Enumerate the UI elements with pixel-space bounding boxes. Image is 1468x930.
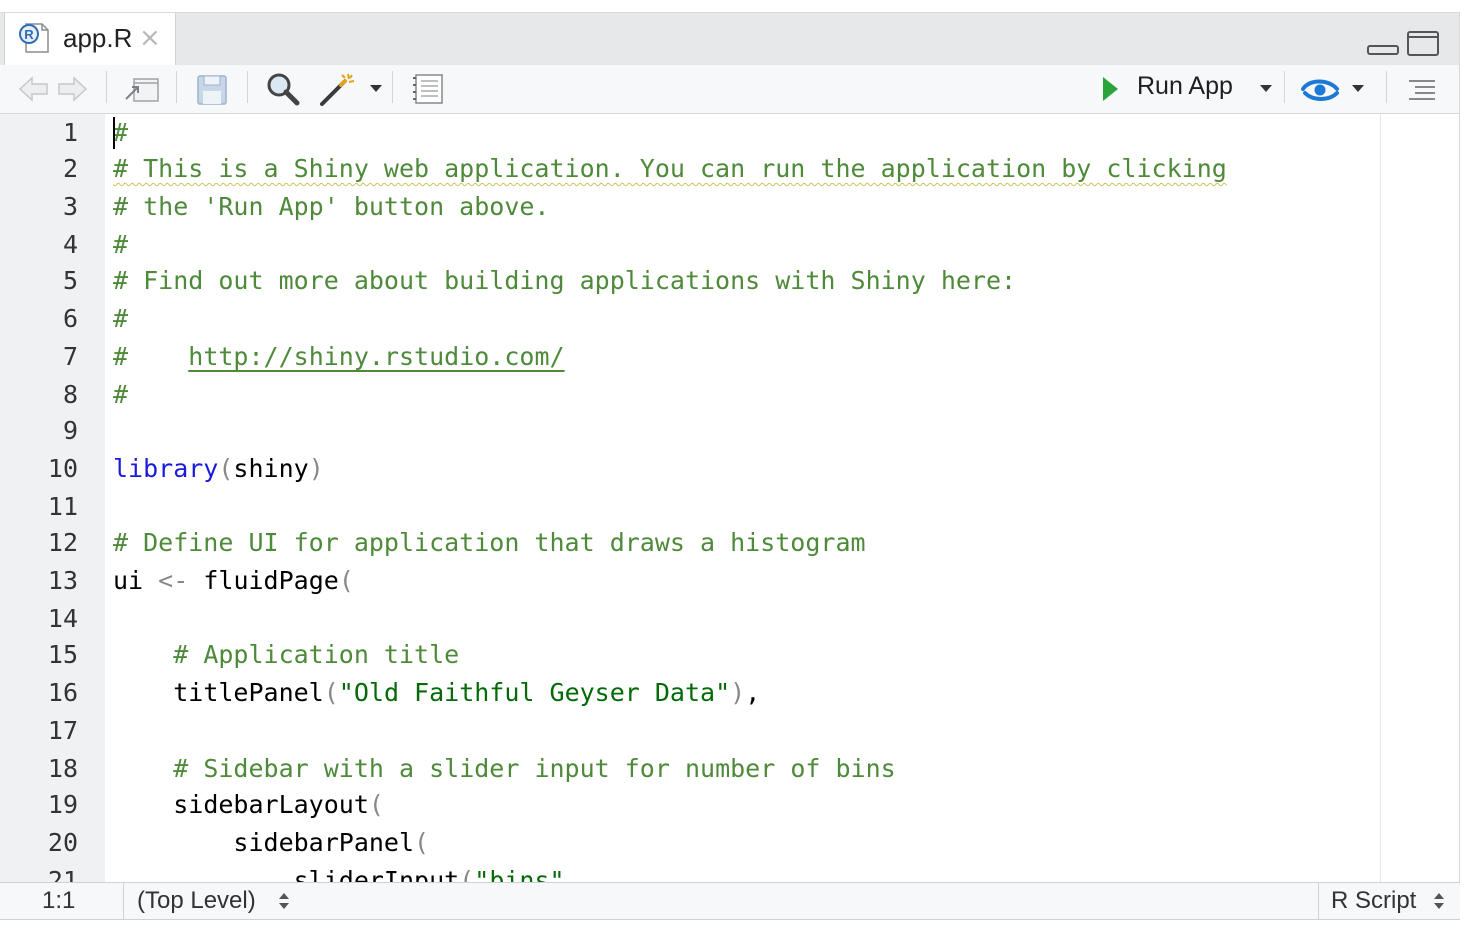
status-bar: 1:1 (Top Level) R Script	[0, 882, 1460, 920]
notebook-icon[interactable]	[410, 71, 446, 107]
code-line: # the 'Run App' button above.	[113, 192, 550, 221]
line-number: 18	[47, 754, 78, 783]
code-line: #	[113, 118, 129, 147]
line-number: 9	[62, 416, 78, 445]
line-number: 15	[47, 640, 78, 669]
chevron-down-icon[interactable]	[1260, 85, 1272, 92]
line-number-gutter: 1 2 3 4 5 6 7 8 9 10 11 12 13 14 15 16 1…	[0, 114, 105, 895]
magic-wand-icon[interactable]	[318, 71, 358, 107]
line-number: 19	[47, 790, 78, 819]
source-editor-pane: R app.R × Run App 1 2 3 4 5 6 7 8 9 10 1…	[0, 0, 1468, 930]
play-icon	[1103, 77, 1118, 101]
publish-icon[interactable]	[1299, 71, 1343, 107]
cursor-position: 1:1	[42, 887, 76, 914]
back-arrow-icon[interactable]	[16, 71, 52, 107]
toolbar-separator	[1284, 71, 1285, 103]
line-number: 6	[62, 304, 78, 333]
file-type-selector[interactable]: R Script	[1331, 887, 1416, 915]
line-number: 20	[47, 828, 78, 857]
code-line: #	[113, 304, 129, 333]
code-line: # http://shiny.rstudio.com/	[113, 342, 565, 371]
code-line: sliderInput("bins"	[293, 866, 565, 882]
line-number: 17	[47, 716, 78, 745]
code-line: # Define UI for application that draws a…	[113, 528, 866, 557]
status-separator	[123, 883, 124, 919]
code-editor[interactable]: # # This is a Shiny web application. You…	[105, 114, 1380, 882]
url-link[interactable]: http://shiny.rstudio.com/	[188, 342, 564, 371]
updown-icon[interactable]	[278, 891, 290, 911]
line-number: 12	[47, 528, 78, 557]
line-number: 10	[47, 454, 78, 483]
search-icon[interactable]	[264, 71, 302, 107]
save-icon[interactable]	[194, 71, 230, 107]
editor-toolbar: Run App	[0, 65, 1460, 114]
line-number: 5	[62, 266, 78, 295]
maximize-icon[interactable]	[1406, 29, 1440, 57]
text-cursor	[113, 117, 115, 149]
line-number: 14	[47, 604, 78, 633]
line-number: 7	[62, 342, 78, 371]
line-number: 13	[47, 566, 78, 595]
line-number: 4	[62, 230, 78, 259]
line-number: 3	[62, 192, 78, 221]
line-number: 8	[62, 380, 78, 409]
line-number: 16	[47, 678, 78, 707]
toolbar-separator	[106, 71, 107, 103]
toolbar-separator	[247, 71, 248, 103]
tab-bar: R app.R ×	[0, 12, 1460, 66]
code-line: #	[113, 230, 129, 259]
minimize-icon[interactable]	[1366, 29, 1400, 57]
print-margin-line	[1380, 114, 1381, 882]
code-line: # Find out more about building applicati…	[113, 266, 1017, 295]
chevron-down-icon[interactable]	[370, 85, 382, 92]
r-file-icon: R	[19, 23, 49, 53]
pane-border	[1459, 12, 1460, 918]
status-separator	[1318, 883, 1319, 919]
code-line: titlePanel("Old Faithful Geyser Data"),	[173, 678, 761, 707]
tab-app-r[interactable]: R app.R ×	[4, 13, 176, 65]
forward-arrow-icon[interactable]	[54, 71, 90, 107]
toolbar-separator	[392, 71, 393, 103]
tab-label: app.R	[63, 23, 133, 53]
code-line: # This is a Shiny web application. You c…	[113, 154, 1227, 183]
show-in-window-icon[interactable]	[122, 71, 162, 107]
code-line: library(shiny)	[113, 454, 324, 483]
code-line: # Sidebar with a slider input for number…	[173, 754, 896, 783]
chevron-down-icon[interactable]	[1352, 85, 1364, 92]
run-app-label[interactable]: Run App	[1137, 72, 1233, 101]
updown-icon[interactable]	[1433, 891, 1445, 911]
line-number: 1	[62, 118, 78, 147]
line-number: 11	[47, 492, 78, 521]
toolbar-separator	[1386, 71, 1387, 103]
code-line: #	[113, 380, 129, 409]
svg-text:R: R	[24, 27, 34, 42]
code-line: ui <- fluidPage(	[113, 566, 354, 595]
toolbar-separator	[176, 71, 177, 103]
close-icon[interactable]: ×	[139, 23, 161, 53]
line-number: 2	[62, 154, 78, 183]
outline-icon[interactable]	[1406, 71, 1438, 107]
scope-selector[interactable]: (Top Level)	[137, 887, 256, 915]
code-line: # Application title	[173, 640, 460, 669]
code-line: sidebarPanel(	[233, 828, 430, 857]
code-line: sidebarLayout(	[173, 790, 384, 819]
